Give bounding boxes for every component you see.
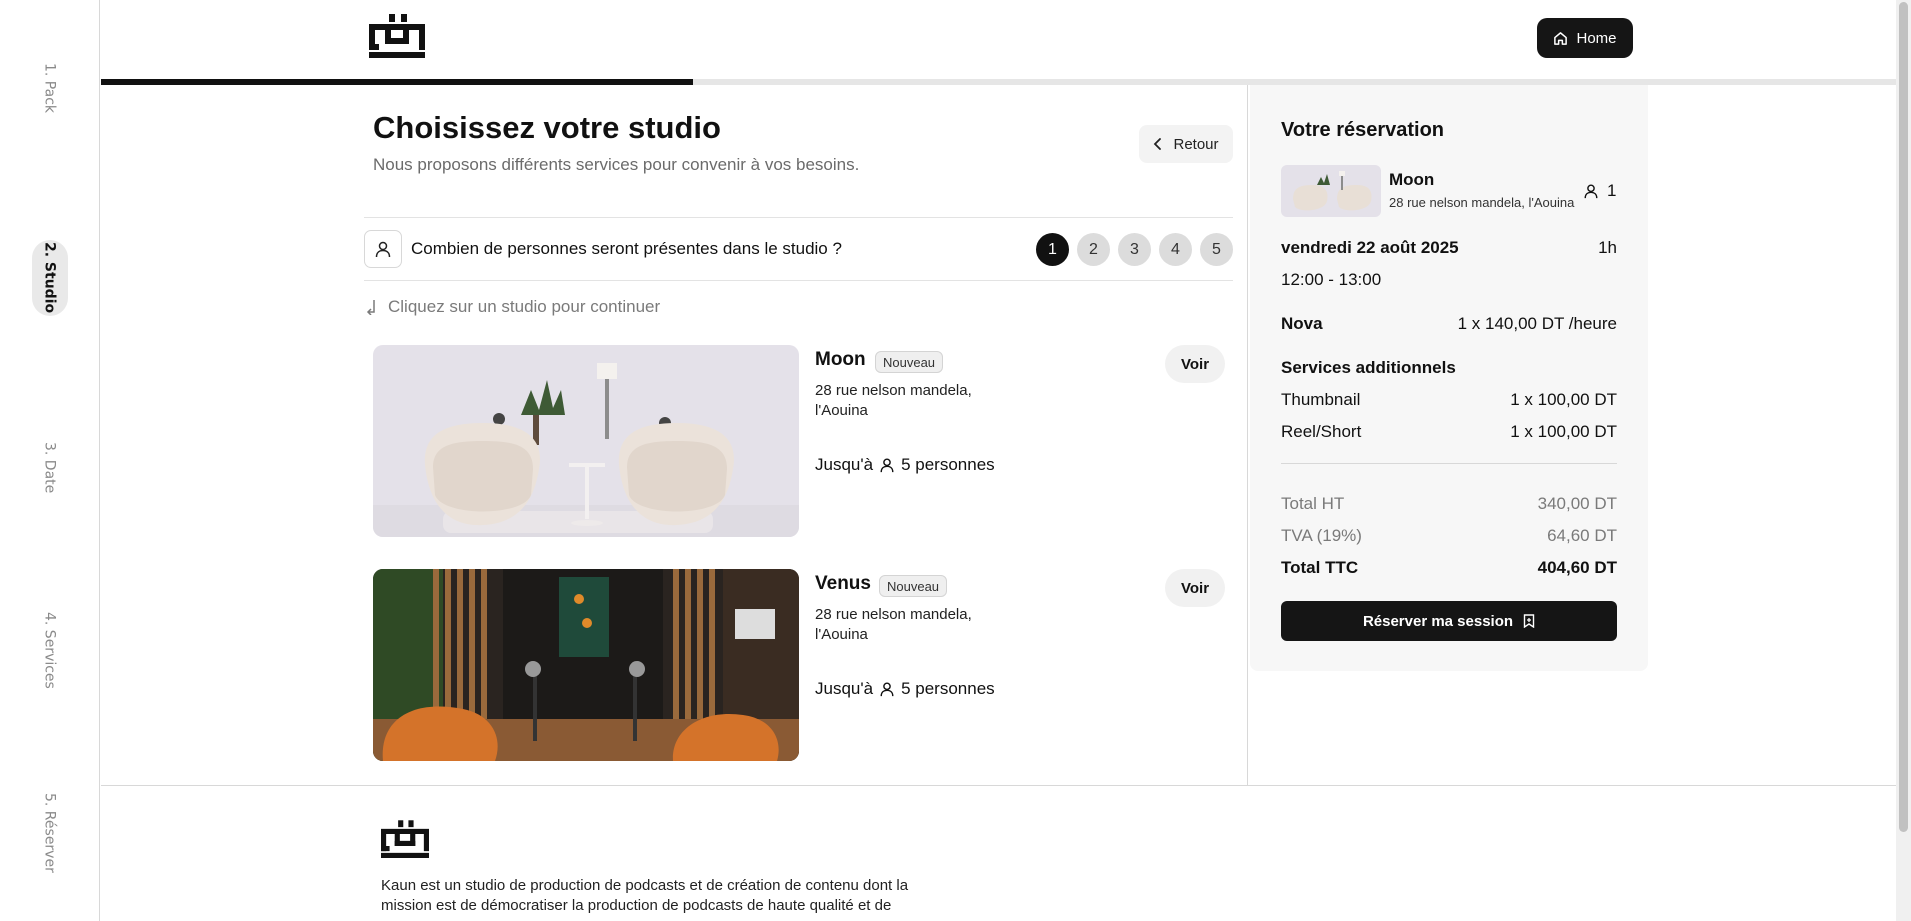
step-services[interactable]: 4. Services	[32, 611, 68, 689]
header: Home	[101, 0, 1896, 80]
studio-selection: Choisissez votre studio Nous proposons d…	[101, 85, 1248, 785]
studio-capacity: Jusqu'à 5 personnes	[815, 679, 995, 699]
studio-capacity: Jusqu'à 5 personnes	[815, 455, 995, 475]
step-label: 4. Services	[41, 611, 58, 689]
studio-card-moon[interactable]: Moon Nouveau 28 rue nelson mandela, l'Ao…	[373, 345, 1233, 537]
footer-line: Kaun est un studio de production de podc…	[381, 877, 909, 894]
step-pack[interactable]: 1. Pack	[32, 62, 68, 114]
step-reserver[interactable]: 5. Réserver	[32, 793, 68, 873]
reservation-studio-name: Moon	[1389, 170, 1435, 189]
page-title: Choisissez votre studio	[373, 110, 721, 145]
reservation-pack-row: Nova 1 x 140,00 DT /heure	[1281, 314, 1617, 334]
step-label: 1. Pack	[41, 62, 58, 113]
total-ht-label: Total HT	[1281, 494, 1345, 513]
hint-text: Cliquez sur un studio pour continuer	[388, 297, 661, 316]
people-option-2[interactable]: 2	[1077, 233, 1110, 266]
summary-divider	[1281, 463, 1617, 464]
tva-value: 64,60 DT	[1547, 526, 1617, 545]
total-ttc-label: Total TTC	[1281, 558, 1359, 577]
people-count-options: 1 2 3 4 5	[1036, 233, 1233, 266]
people-option-5[interactable]: 5	[1200, 233, 1233, 266]
chevron-left-icon	[1154, 138, 1162, 150]
reservation-duration: 1h	[1598, 238, 1617, 257]
bookmark-plus-icon	[1523, 614, 1535, 628]
capacity-prefix: Jusqu'à	[815, 679, 874, 698]
total-ttc-value: 404,60 DT	[1537, 558, 1617, 577]
footer-line: mission est de démocratiser la productio…	[381, 897, 892, 914]
services-title: Services additionnels	[1281, 358, 1456, 377]
tva-label: TVA (19%)	[1281, 526, 1362, 545]
studio-card-venus[interactable]: Venus Nouveau 28 rue nelson mandela, l'A…	[373, 569, 1233, 761]
reservation-time-row: 12:00 - 13:00	[1281, 270, 1617, 290]
new-badge: Nouveau	[875, 351, 944, 373]
people-option-1[interactable]: 1	[1036, 233, 1069, 266]
total-ttc-row: Total TTC 404,60 DT	[1281, 558, 1617, 578]
back-button[interactable]: Retour	[1139, 125, 1233, 163]
user-icon	[880, 458, 894, 473]
capacity-value: 5 personnes	[901, 679, 995, 698]
studio-thumbnail	[1281, 165, 1381, 217]
user-icon	[1584, 184, 1598, 199]
reservation-summary: Votre réservation Moon 28 rue nelson man…	[1250, 85, 1648, 671]
reservation-time: 12:00 - 13:00	[1281, 270, 1382, 289]
user-icon	[375, 241, 391, 258]
reserve-session-button[interactable]: Réserver ma session	[1281, 601, 1617, 641]
people-option-3[interactable]: 3	[1118, 233, 1151, 266]
reservation-guests: 1	[1583, 181, 1616, 201]
step-label: 3. Date	[41, 442, 58, 494]
step-label: 5. Réserver	[41, 793, 58, 873]
footer: Kaun est un studio de production de podc…	[101, 785, 1896, 921]
capacity-prefix: Jusqu'à	[815, 455, 874, 474]
new-badge: Nouveau	[879, 575, 948, 597]
reservation-date: vendredi 22 août 2025	[1281, 238, 1459, 257]
step-studio[interactable]: 2. Studio	[31, 240, 68, 316]
studio-image-venus[interactable]	[373, 569, 799, 761]
pack-price: 1 x 140,00 DT /heure	[1457, 314, 1617, 333]
brand-logo[interactable]	[369, 14, 425, 60]
view-studio-button[interactable]: Voir	[1165, 569, 1225, 607]
guests-count: 1	[1607, 181, 1617, 200]
reserve-label: Réserver ma session	[1362, 612, 1514, 630]
click-hint: Cliquez sur un studio pour continuer	[366, 297, 660, 317]
reservation-date-row: vendredi 22 août 2025 1h	[1281, 238, 1617, 258]
step-label: 2. Studio	[41, 242, 58, 314]
studio-address: 28 rue nelson mandela, l'Aouina	[815, 606, 972, 643]
step-rail: 1. Pack 2. Studio 3. Date 4. Services 5.…	[0, 0, 100, 921]
tva-row: TVA (19%) 64,60 DT	[1281, 526, 1617, 546]
total-ht-row: Total HT 340,00 DT	[1281, 494, 1617, 514]
studio-image-moon[interactable]	[373, 345, 799, 537]
reservation-title: Votre réservation	[1281, 119, 1445, 141]
view-studio-button[interactable]: Voir	[1165, 345, 1225, 383]
service-name: Reel/Short	[1281, 422, 1362, 441]
capacity-value: 5 personnes	[901, 455, 995, 474]
step-date[interactable]: 3. Date	[32, 442, 68, 494]
pack-name: Nova	[1281, 314, 1323, 333]
service-row: Thumbnail 1 x 100,00 DT	[1281, 390, 1617, 410]
home-icon	[1554, 31, 1568, 45]
home-button[interactable]: Home	[1537, 18, 1633, 58]
studio-name: Venus	[815, 573, 871, 594]
services-heading-row: Services additionnels	[1281, 358, 1617, 378]
home-label: Home	[1576, 29, 1617, 47]
page-scrollbar[interactable]	[1896, 0, 1911, 921]
footer-logo	[381, 820, 429, 858]
studio-name: Moon	[815, 349, 866, 370]
studio-address: 28 rue nelson mandela, l'Aouina	[815, 382, 972, 419]
people-selector: Combien de personnes seront présentes da…	[364, 217, 1233, 281]
service-price: 1 x 100,00 DT	[1510, 390, 1617, 409]
service-price: 1 x 100,00 DT	[1510, 422, 1617, 441]
arrow-down-left-icon	[366, 300, 375, 315]
people-question: Combien de personnes seront présentes da…	[411, 239, 842, 258]
user-icon-box	[364, 230, 402, 268]
people-option-4[interactable]: 4	[1159, 233, 1192, 266]
page-subtitle: Nous proposons différents services pour …	[373, 155, 860, 174]
back-label: Retour	[1173, 135, 1219, 153]
footer-description: Kaun est un studio de production de podc…	[381, 876, 921, 916]
user-icon	[880, 682, 894, 697]
service-row: Reel/Short 1 x 100,00 DT	[1281, 422, 1617, 442]
service-name: Thumbnail	[1281, 390, 1361, 409]
scrollbar-thumb[interactable]	[1899, 2, 1908, 832]
total-ht-value: 340,00 DT	[1537, 494, 1617, 513]
reservation-studio-address: 28 rue nelson mandela, l'Aouina	[1389, 195, 1575, 210]
